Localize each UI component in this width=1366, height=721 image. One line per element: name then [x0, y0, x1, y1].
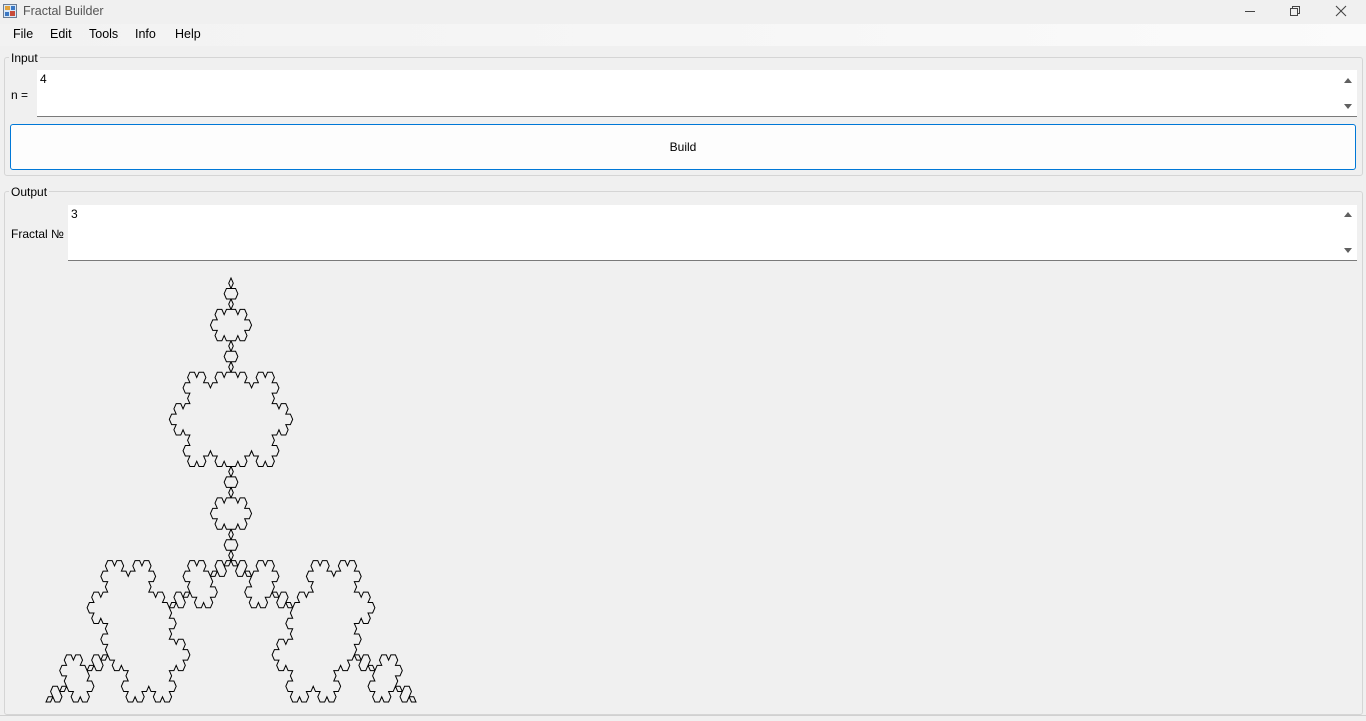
app-icon: [3, 4, 17, 18]
close-button[interactable]: [1318, 0, 1364, 22]
input-group-label: Input: [9, 51, 40, 65]
scroll-up-icon[interactable]: [1343, 75, 1353, 85]
window-title: Fractal Builder: [23, 4, 104, 18]
menu-help[interactable]: Help: [175, 27, 201, 41]
fractal-number-value: 3: [71, 207, 78, 221]
app-window: Fractal Builder File Edit Tools Info Hel…: [0, 0, 1366, 721]
n-input-value: 4: [40, 72, 47, 86]
menu-info[interactable]: Info: [135, 27, 156, 41]
scroll-up-icon[interactable]: [1343, 209, 1353, 219]
build-button[interactable]: Build: [10, 124, 1356, 170]
n-label: n =: [11, 88, 29, 102]
minimize-icon: [1245, 11, 1255, 12]
menu-bar: File Edit Tools Info Help: [0, 24, 1366, 46]
bottom-divider: [0, 715, 1366, 716]
menu-file[interactable]: File: [13, 27, 33, 41]
maximize-button[interactable]: [1272, 0, 1318, 22]
menu-tools[interactable]: Tools: [89, 27, 118, 41]
minimize-button[interactable]: [1227, 0, 1273, 22]
fractal-canvas: [45, 276, 417, 703]
menu-edit[interactable]: Edit: [50, 27, 72, 41]
output-group-label: Output: [9, 185, 50, 199]
restore-icon: [1290, 6, 1300, 16]
build-button-label: Build: [669, 140, 697, 154]
fractal-number-label: Fractal №: [11, 227, 64, 241]
title-bar: Fractal Builder: [0, 0, 1366, 22]
fractal-number-output[interactable]: 3: [68, 205, 1357, 261]
scroll-down-icon[interactable]: [1343, 102, 1353, 112]
koch-snowflake-drawing: [45, 276, 417, 703]
n-input[interactable]: 4: [37, 70, 1357, 117]
close-icon: [1335, 5, 1347, 17]
scroll-down-icon[interactable]: [1343, 246, 1353, 256]
